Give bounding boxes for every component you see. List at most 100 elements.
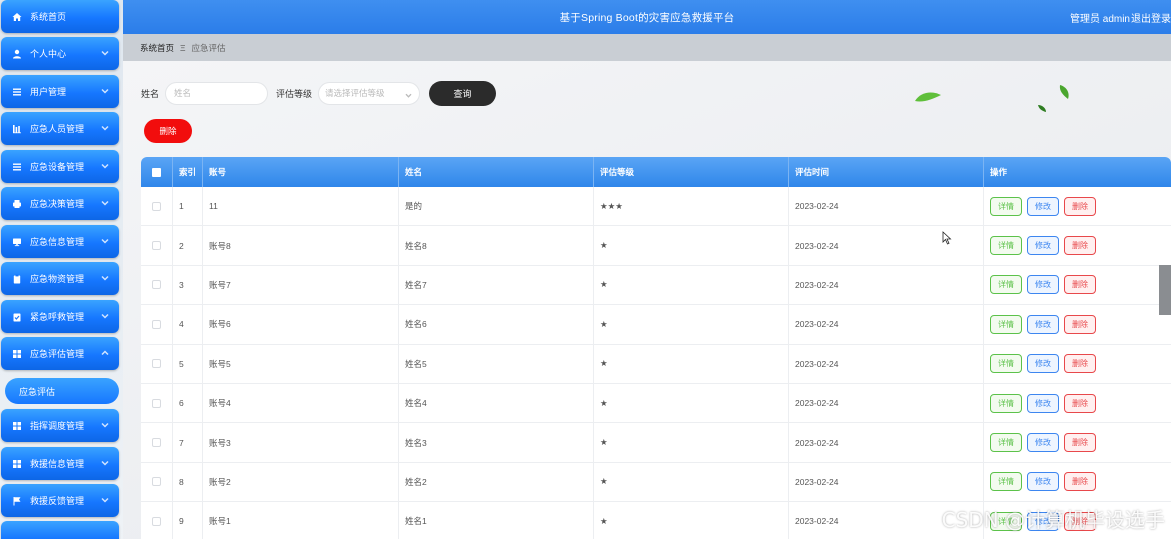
sidebar-subitem-assessment[interactable]: 应急评估 [5,378,119,404]
cell-account: 账号7 [203,265,399,305]
scrollbar-thumb[interactable] [1159,265,1171,315]
edit-button[interactable]: 修改 [1027,433,1059,453]
cell-account: 账号8 [203,226,399,265]
delete-button[interactable]: 删除 [1064,393,1096,413]
home-icon [12,12,22,22]
detail-button[interactable]: 详情 [990,354,1022,374]
sidebar-item-label: 紧急呼救管理 [30,312,85,322]
delete-button[interactable]: 删除 [1064,236,1096,256]
cell-level: ★ [594,226,789,265]
select-all-checkbox[interactable] [152,167,161,177]
row-checkbox[interactable] [152,241,161,251]
query-button[interactable]: 查询 [429,80,497,106]
breadcrumb-home[interactable]: 系统首页 [140,42,174,54]
row-checkbox[interactable] [152,359,161,369]
edit-button[interactable]: 修改 [1027,393,1059,413]
edit-button[interactable]: 修改 [1027,354,1059,374]
table-row: 6 账号4 姓名4 ★ 2023-02-24 详情 修改 删除 [141,383,1171,424]
breadcrumb: 系统首页 Ξ 应急评估 [123,34,1171,61]
sidebar-item-rescue-info[interactable]: 救援信息管理 [1,447,119,480]
breadcrumb-separator: Ξ [180,42,186,53]
main-content: 姓名 姓名 评估等级 请选择评估等级 查询 删除 索引 账号 姓名 评估等级 评… [123,61,1171,539]
cell-account: 11 [203,187,399,226]
delete-button[interactable]: 删除 [1064,196,1096,216]
cell-actions: 详情 修改 删除 [984,423,1171,461]
row-checkbox[interactable] [152,319,161,329]
col-name: 姓名 [399,157,594,187]
sidebar-item-supplies[interactable]: 应急物资管理 [1,262,119,295]
cell-name: 姓名6 [399,305,594,344]
sidebar-item-more[interactable] [1,521,119,539]
sidebar-item-users[interactable]: 用户管理 [1,75,119,108]
batch-delete-button[interactable]: 删除 [144,119,192,143]
delete-button[interactable]: 删除 [1064,472,1096,492]
detail-button[interactable]: 详情 [990,275,1022,295]
cell-time: 2023-02-24 [789,187,984,226]
row-checkbox[interactable] [152,516,161,526]
col-account: 账号 [203,157,399,187]
cell-name: 姓名2 [399,462,594,502]
cell-account: 账号3 [203,423,399,462]
sidebar-item-label: 救援信息管理 [30,459,85,469]
select-all-cell [141,157,173,187]
cell-level: ★★★ [594,187,789,226]
assessment-table: 索引 账号 姓名 评估等级 评估时间 操作 1 11 是的 ★★★ 2023-02-24… [141,157,1171,539]
delete-button[interactable]: 删除 [1064,314,1096,334]
cell-name: 姓名5 [399,344,594,383]
chevron-down-icon [101,124,109,132]
row-checkbox[interactable] [152,201,161,211]
flag-icon [12,496,22,506]
cell-index: 3 [173,265,203,305]
table-row: 8 账号2 姓名2 ★ 2023-02-24 详情 修改 删除 [141,462,1171,503]
sidebar-item-profile[interactable]: 个人中心 [1,37,119,70]
cell-actions: 详情 修改 删除 [984,463,1171,501]
sidebar-item-label: 指挥调度管理 [30,421,85,431]
name-placeholder: 姓名 [174,88,192,98]
sidebar-item-decision[interactable]: 应急决策管理 [1,187,119,220]
sidebar-item-assessment[interactable]: 应急评估管理 [1,337,119,370]
name-input[interactable]: 姓名 [165,81,269,105]
detail-button[interactable]: 详情 [990,393,1022,413]
cell-time: 2023-02-24 [789,305,984,344]
row-checkbox[interactable] [152,438,161,448]
logout-link[interactable]: 退出登录 [1131,10,1171,25]
sidebar-item-home[interactable]: 系统首页 [1,0,119,33]
detail-button[interactable]: 详情 [990,236,1022,256]
level-select[interactable]: 请选择评估等级 [318,81,421,105]
chart-icon [12,124,22,134]
sidebar-item-equipment[interactable]: 应急设备管理 [1,150,119,183]
list-icon [12,162,22,172]
row-checkbox[interactable] [152,477,161,487]
edit-button[interactable]: 修改 [1027,314,1059,334]
monitor-icon [12,237,22,247]
cell-index: 4 [173,305,203,344]
sidebar-item-dispatch[interactable]: 指挥调度管理 [1,409,119,442]
sidebar-item-feedback[interactable]: 救援反馈管理 [1,484,119,517]
delete-button[interactable]: 删除 [1064,433,1096,453]
task-icon [12,312,22,322]
row-checkbox[interactable] [152,280,161,290]
chevron-down-icon [101,199,109,207]
edit-button[interactable]: 修改 [1027,472,1059,492]
chevron-down-icon [101,49,109,57]
edit-button[interactable]: 修改 [1027,275,1059,295]
sidebar-item-info[interactable]: 应急信息管理 [1,225,119,258]
edit-button[interactable]: 修改 [1027,236,1059,256]
sidebar-item-label: 应急信息管理 [30,237,85,247]
sidebar-item-label: 应急人员管理 [30,124,85,134]
detail-button[interactable]: 详情 [990,196,1022,216]
cell-index: 5 [173,344,203,383]
sidebar-item-personnel[interactable]: 应急人员管理 [1,112,119,145]
row-checkbox-cell [141,305,173,344]
clipboard-icon [12,274,22,284]
detail-button[interactable]: 详情 [990,433,1022,453]
delete-button[interactable]: 删除 [1064,275,1096,295]
delete-button[interactable]: 删除 [1064,354,1096,374]
detail-button[interactable]: 详情 [990,314,1022,334]
edit-button[interactable]: 修改 [1027,196,1059,216]
row-checkbox[interactable] [152,398,161,408]
row-checkbox-cell [141,502,173,539]
sidebar-item-emergency-call[interactable]: 紧急呼救管理 [1,300,119,333]
detail-button[interactable]: 详情 [990,472,1022,492]
table-header: 索引 账号 姓名 评估等级 评估时间 操作 [141,157,1171,187]
